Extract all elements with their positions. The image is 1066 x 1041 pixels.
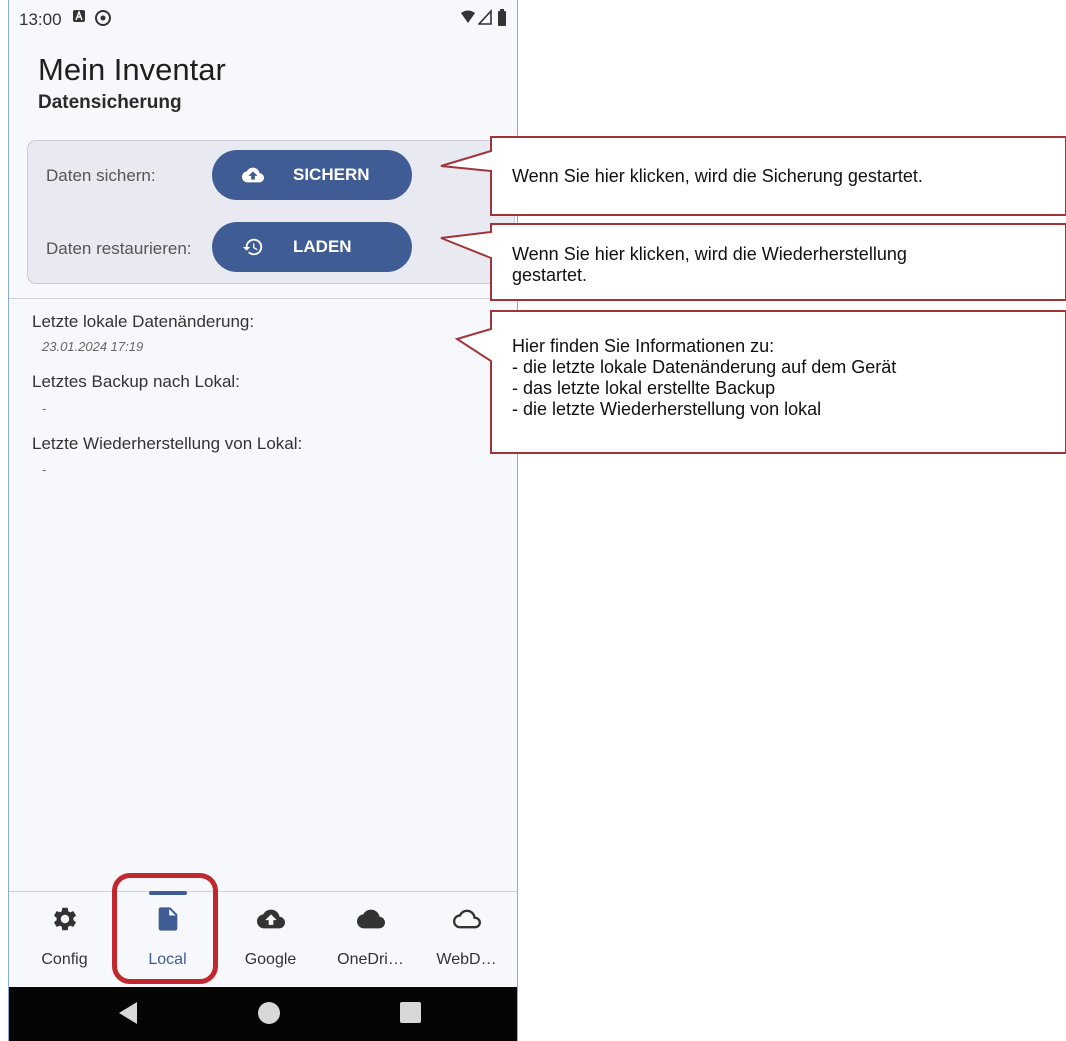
notification-a-icon	[73, 10, 85, 22]
status-time: 13:00	[19, 10, 62, 29]
status-bar: 13:00	[9, 0, 517, 40]
info-value-last-change: 23.01.2024 17:19	[42, 339, 144, 354]
restore-button[interactable]: LADEN	[212, 222, 412, 272]
local-tab-highlight	[112, 873, 218, 984]
history-icon	[242, 238, 263, 256]
nav-label-config: Config	[41, 951, 88, 968]
info-label-last-backup: Letztes Backup nach Lokal:	[32, 372, 240, 391]
save-label: Daten sichern:	[46, 166, 156, 185]
cloud-upload-icon	[256, 909, 285, 929]
info-value-last-backup: -	[42, 401, 47, 416]
nav-item-config[interactable]: Config	[14, 892, 115, 987]
wifi-icon	[461, 10, 475, 23]
info-label-last-restore: Letzte Wiederherstellung von Lokal:	[32, 434, 303, 453]
callout-info-text: Hier finden Sie Informationen zu: - die …	[512, 336, 897, 419]
signal-icon	[478, 9, 492, 25]
recents-icon[interactable]	[399, 1000, 423, 1026]
restore-button-label: LADEN	[293, 237, 352, 256]
callout-save-text: Wenn Sie hier klicken, wird die Sicherun…	[512, 166, 923, 186]
cloud-upload-icon	[242, 167, 264, 183]
cloud-filled-icon	[356, 909, 385, 929]
page-title: Mein Inventar	[38, 52, 226, 87]
gear-icon	[53, 907, 76, 931]
nav-item-webdav[interactable]: WebD…	[416, 892, 517, 987]
nav-label-onedrive: OneDri…	[337, 951, 404, 968]
restore-label: Daten restaurieren:	[46, 239, 192, 258]
cloud-outline-icon	[452, 909, 481, 929]
back-icon[interactable]	[117, 1000, 139, 1026]
sync-icon	[95, 10, 111, 26]
nav-item-google[interactable]: Google	[220, 892, 321, 987]
page-subtitle: Datensicherung	[38, 92, 182, 113]
system-navigation-bar	[9, 987, 517, 1041]
home-icon[interactable]	[256, 1000, 282, 1026]
callout-restore-text: Wenn Sie hier klicken, wird die Wiederhe…	[512, 244, 907, 285]
save-button-label: SICHERN	[293, 165, 370, 184]
info-label-last-change: Letzte lokale Datenänderung:	[32, 312, 255, 331]
info-value-last-restore: -	[42, 462, 47, 477]
nav-label-webdav: WebD…	[436, 951, 497, 968]
nav-item-onedrive[interactable]: OneDri…	[320, 892, 421, 987]
battery-icon	[498, 9, 506, 26]
nav-label-google: Google	[244, 951, 297, 968]
save-button[interactable]: SICHERN	[212, 150, 412, 200]
